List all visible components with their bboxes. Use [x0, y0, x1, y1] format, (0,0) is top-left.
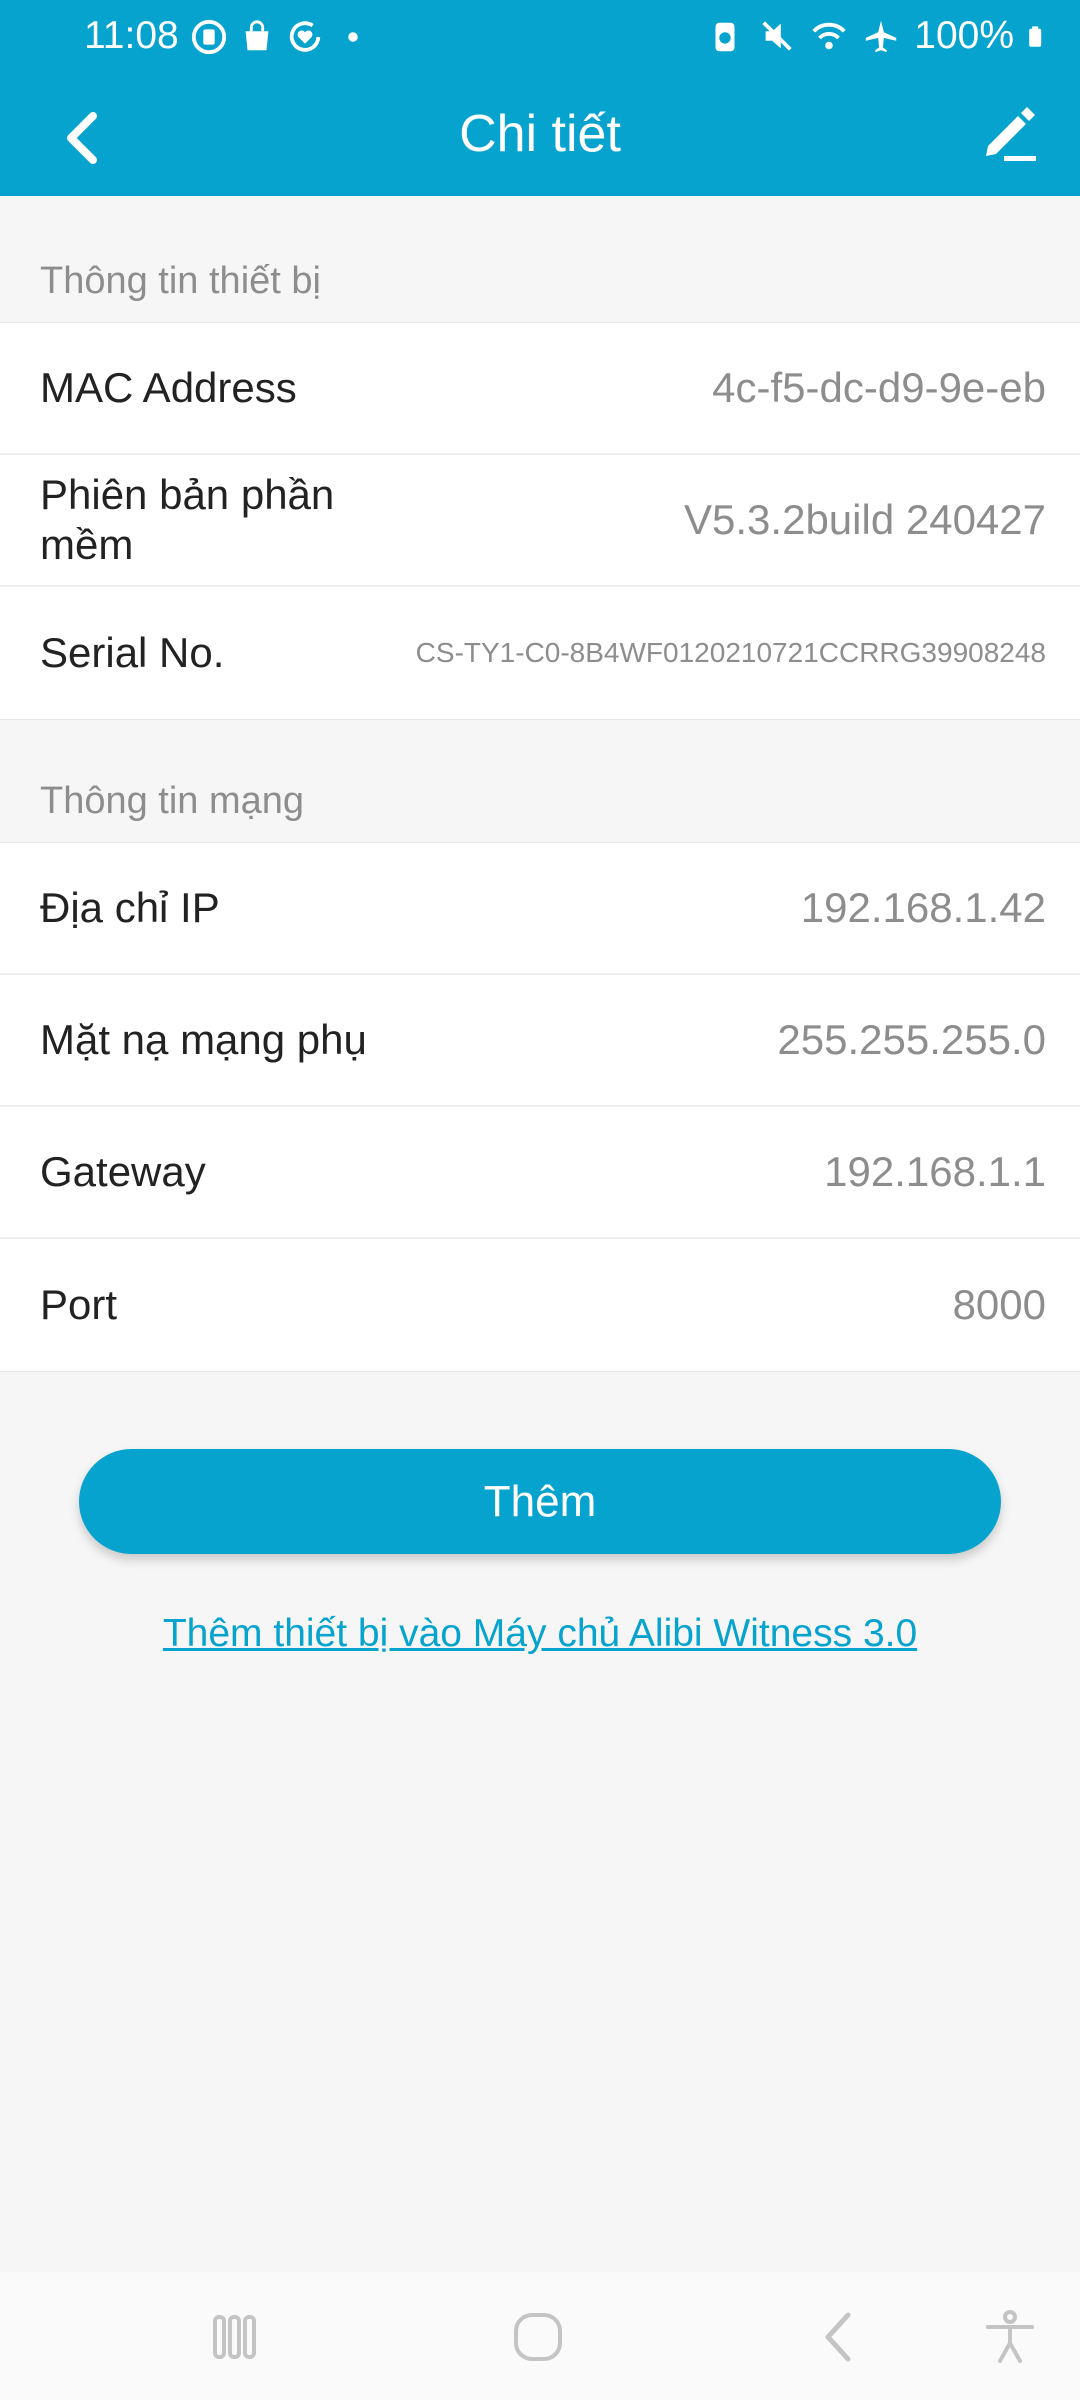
- battery-percent: 100%: [914, 14, 1014, 57]
- add-button[interactable]: Thêm: [79, 1449, 1001, 1554]
- subnet-mask-row: Mặt nạ mạng phụ 255.255.255.0: [0, 975, 1080, 1107]
- status-time: 11:08: [84, 14, 179, 57]
- gateway-label: Gateway: [40, 1148, 206, 1195]
- device-info-list: MAC Address 4c-f5-dc-d9-9e-eb Phiên bản …: [0, 322, 1080, 720]
- status-right-icons: 100%: [706, 14, 1052, 58]
- airplane-icon: [866, 20, 897, 53]
- back-nav-icon: [825, 2312, 851, 2362]
- accessibility-icon: [986, 2310, 1034, 2363]
- port-value: 8000: [952, 1281, 1046, 1328]
- edit-button[interactable]: [970, 92, 1050, 172]
- page-title: Chi tiết: [459, 105, 621, 163]
- back-nav-button[interactable]: [795, 2292, 885, 2382]
- subnet-mask-value: 255.255.255.0: [777, 1016, 1046, 1063]
- ip-address-row: Địa chỉ IP 192.168.1.42: [0, 843, 1080, 975]
- status-bar: 11:08 100%: [0, 0, 1080, 76]
- mac-address-value: 4c-f5-dc-d9-9e-eb: [712, 364, 1046, 411]
- network-info-list: Địa chỉ IP 192.168.1.42 Mặt nạ mạng phụ …: [0, 842, 1080, 1372]
- wifi-icon: [812, 22, 846, 50]
- subnet-mask-label: Mặt nạ mạng phụ: [40, 1016, 367, 1063]
- add-to-alibi-witness-link[interactable]: Thêm thiết bị vào Máy chủ Alibi Witness …: [0, 1612, 1080, 1656]
- home-button[interactable]: [493, 2292, 583, 2382]
- serial-no-value: CS-TY1-C0-8B4WF0120210721CCRRG39908248: [415, 637, 1046, 668]
- pencil-icon: [986, 107, 1036, 161]
- firmware-version-value: V5.3.2build 240427: [684, 496, 1046, 543]
- ip-address-value: 192.168.1.42: [800, 884, 1046, 931]
- mac-address-label: MAC Address: [40, 364, 297, 411]
- battery-saver-icon: [715, 22, 735, 52]
- ip-address-label: Địa chỉ IP: [40, 884, 220, 931]
- app-screen: 11:08 100% Chi tiết Thông tin thiết bị M…: [0, 0, 1080, 2400]
- firmware-version-row: Phiên bản phần mềm V5.3.2build 240427: [0, 455, 1080, 587]
- recent-apps-button[interactable]: [190, 2292, 280, 2382]
- dot-icon: [348, 32, 358, 42]
- mac-address-row: MAC Address 4c-f5-dc-d9-9e-eb: [0, 323, 1080, 455]
- gateway-row: Gateway 192.168.1.1: [0, 1107, 1080, 1239]
- port-label: Port: [40, 1281, 118, 1328]
- system-nav-bar: [0, 2272, 1080, 2400]
- bag-icon: [245, 20, 269, 51]
- network-info-header: Thông tin mạng: [0, 716, 1080, 843]
- device-info-title: Thông tin thiết bị: [40, 260, 321, 302]
- recent-apps-icon: [213, 2315, 256, 2359]
- port-row: Port 8000: [0, 1239, 1080, 1371]
- home-icon: [514, 2313, 562, 2361]
- serial-no-row: Serial No. CS-TY1-C0-8B4WF0120210721CCRR…: [0, 587, 1080, 719]
- stop-icon: [191, 19, 227, 55]
- device-info-header: Thông tin thiết bị: [0, 196, 1080, 323]
- network-info-title: Thông tin mạng: [40, 780, 305, 822]
- accessibility-button[interactable]: [965, 2292, 1055, 2382]
- heart-sync-icon: [289, 21, 321, 52]
- firmware-version-label: Phiên bản phần mềm: [40, 471, 335, 568]
- battery-icon: [1029, 26, 1042, 47]
- top-bar: 11:08 100% Chi tiết: [0, 0, 1080, 196]
- gateway-value: 192.168.1.1: [824, 1148, 1046, 1195]
- mute-icon: [762, 21, 792, 51]
- status-left-icons: [190, 18, 372, 56]
- serial-no-label: Serial No.: [40, 629, 225, 676]
